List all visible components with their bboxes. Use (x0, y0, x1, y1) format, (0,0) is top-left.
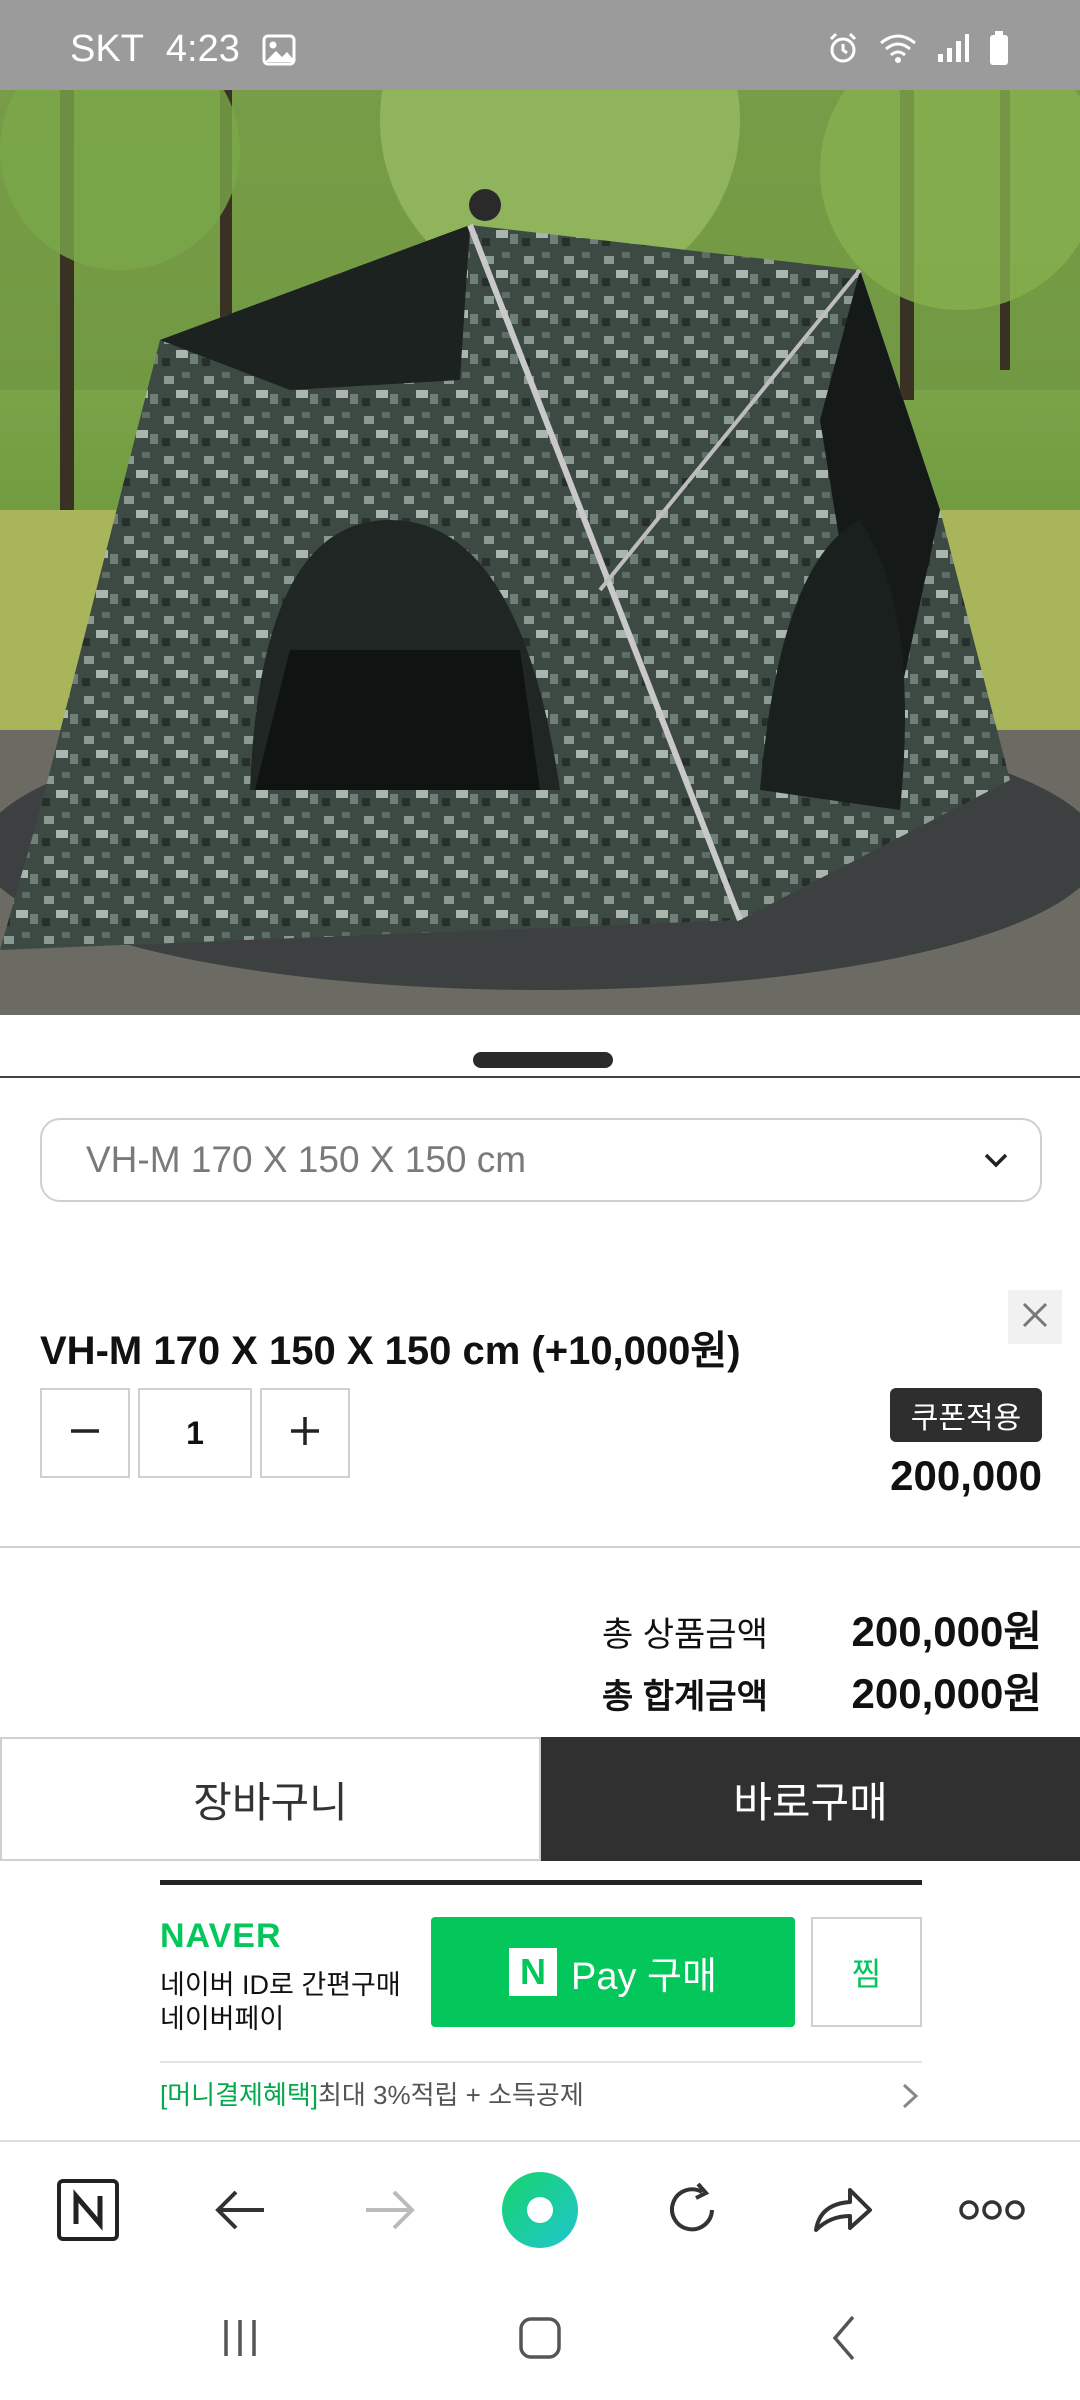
browser-toolbar (0, 2140, 1080, 2270)
buy-now-button[interactable]: 바로구매 (541, 1737, 1080, 1861)
option-select-value: VH-M 170 X 150 X 150 cm (86, 1139, 527, 1180)
carrier-label: SKT (70, 28, 144, 70)
naver-pay-section: NAVER 네이버 ID로 간편구매 네이버페이 N Pay 구매 찜 [머니결… (160, 1880, 922, 2140)
naver-pay-n-icon: N (509, 1948, 558, 1996)
wifi-icon (878, 31, 918, 65)
home-icon[interactable] (505, 2308, 575, 2368)
naver-pay-buy-label: Pay 구매 (571, 1955, 717, 1998)
naver-pay-benefit-link[interactable]: [머니결제혜택]최대 3%적립 + 소득공제 (160, 2075, 584, 2112)
add-to-cart-button[interactable]: 장바구니 (0, 1737, 541, 1861)
naver-logo: NAVER (160, 1917, 282, 1955)
benefit-text: 최대 3%적립 + 소득공제 (317, 2080, 584, 2110)
naver-pay-desc-2: 네이버페이 (160, 2004, 285, 2034)
recents-icon[interactable] (205, 2308, 275, 2368)
clock: 4:23 (165, 28, 240, 70)
image-icon (262, 34, 296, 66)
share-icon[interactable] (802, 2170, 882, 2250)
option-price: 200,000 (890, 1452, 1042, 1499)
increase-quantity-button[interactable] (260, 1388, 350, 1478)
green-dot-icon[interactable] (500, 2170, 580, 2250)
decrease-quantity-button[interactable] (40, 1388, 130, 1478)
divider (160, 2061, 922, 2063)
divider (0, 1546, 1080, 1548)
back-arrow-icon[interactable] (200, 2170, 280, 2250)
coupon-apply-button[interactable]: 쿠폰적용 (890, 1388, 1042, 1442)
refresh-icon[interactable] (652, 2170, 732, 2250)
back-icon[interactable] (810, 2308, 880, 2368)
grand-total-label: 총 합계금액 (602, 1678, 768, 1716)
quantity-input[interactable]: 1 (138, 1388, 252, 1478)
minus-icon (67, 1413, 103, 1454)
alarm-icon (826, 31, 860, 65)
grand-total-value: 200,000원 (851, 1670, 1042, 1717)
product-total-label: 총 상품금액 (602, 1616, 768, 1654)
grand-total-row: 총 합계금액 200,000원 (602, 1660, 1042, 1721)
naver-home-icon[interactable] (48, 2170, 128, 2250)
divider (0, 1076, 1080, 1078)
product-image (0, 90, 1080, 1015)
more-icon[interactable] (952, 2170, 1032, 2250)
selected-option-title: VH-M 170 X 150 X 150 cm (+10,000원) (40, 1329, 741, 1373)
remove-option-button[interactable] (1008, 1290, 1062, 1344)
benefit-tag: [머니결제혜택] (160, 2080, 318, 2110)
status-bar: SKT 4:23 (0, 0, 1080, 90)
battery-icon (988, 30, 1010, 66)
chevron-right-icon (898, 2081, 922, 2116)
naver-pay-buy-button[interactable]: N Pay 구매 (431, 1917, 795, 2027)
product-total-row: 총 상품금액 200,000원 (602, 1598, 1042, 1659)
product-total-value: 200,000원 (851, 1608, 1042, 1655)
quantity-stepper: 1 (40, 1388, 350, 1478)
signal-icon (936, 32, 970, 64)
plus-icon (287, 1413, 323, 1454)
bottom-sheet-handle[interactable] (473, 1052, 613, 1068)
chevron-down-icon (978, 1142, 1014, 1187)
system-navigation-bar (0, 2270, 1080, 2400)
forward-arrow-icon[interactable] (350, 2170, 430, 2250)
option-select[interactable]: VH-M 170 X 150 X 150 cm (40, 1118, 1042, 1202)
wish-button[interactable]: 찜 (811, 1917, 922, 2027)
tent-photo (0, 90, 1080, 1015)
close-icon (1020, 1300, 1050, 1335)
